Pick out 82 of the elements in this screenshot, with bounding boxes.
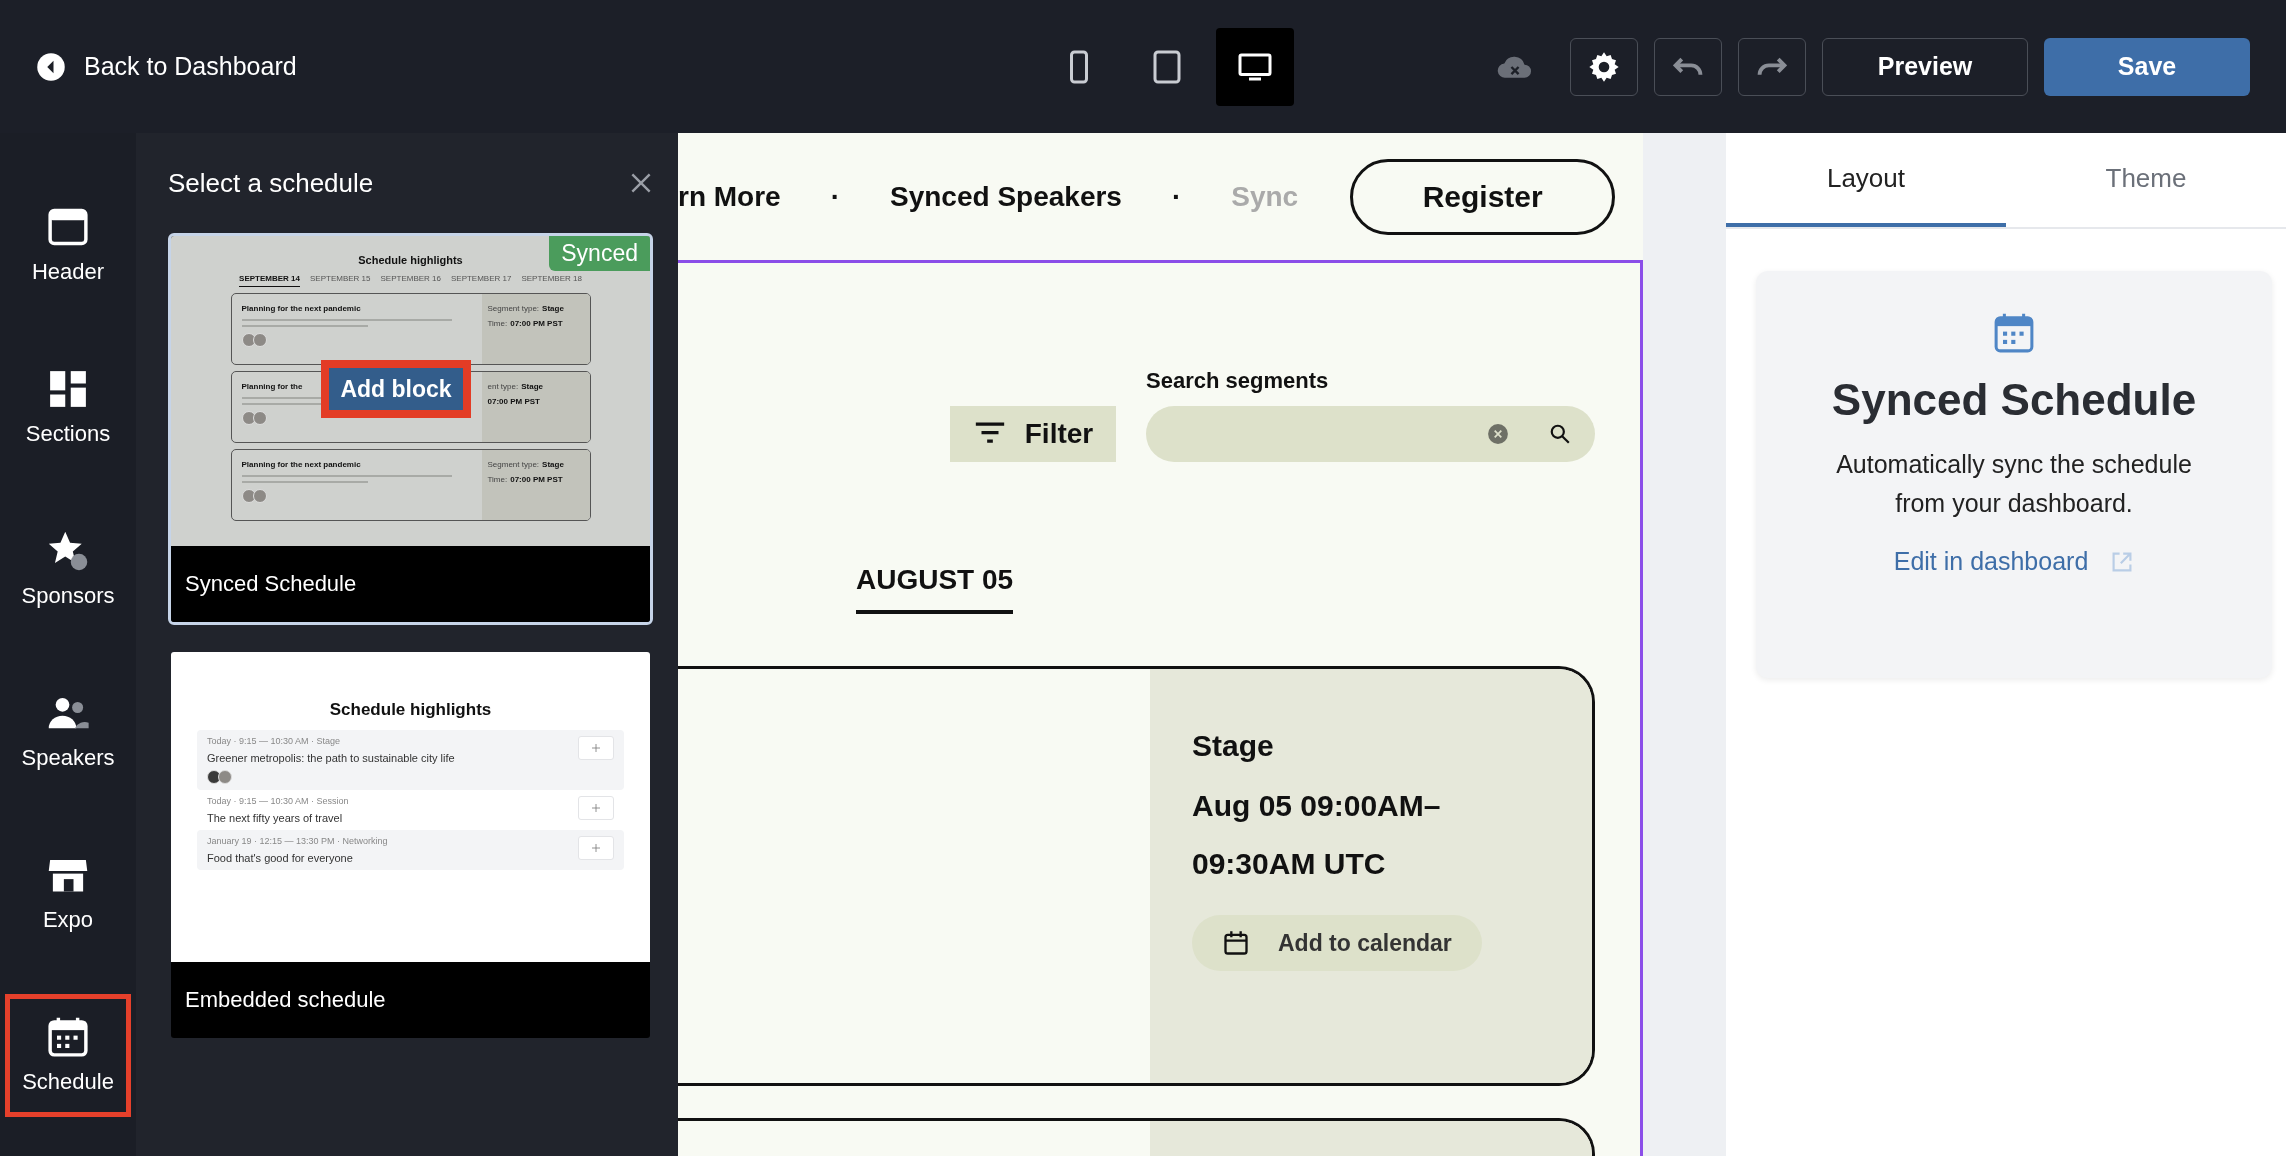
preview-date-label: SEPTEMBER 17 (450, 274, 512, 285)
redo-button[interactable] (1738, 37, 1806, 96)
preview-value: 07:00 PM PST (487, 397, 540, 406)
filter-button[interactable]: Filter (950, 406, 1116, 462)
info-description: Automatically sync the schedule from your dashboard. (1835, 449, 2193, 519)
option-name: Synced Schedule (171, 546, 650, 622)
avatar (207, 770, 221, 784)
preview-button[interactable]: Preview (1822, 37, 2028, 96)
synced-badge: Synced (549, 236, 650, 271)
plus-icon (591, 743, 601, 753)
preview-session-title: Greener metropolis: the path to sustainable city life (207, 752, 455, 764)
avatar (241, 411, 256, 425)
register-button[interactable]: Register (1350, 158, 1616, 235)
preview-session-meta: Today · 9:15 — 10:30 AM · Session (207, 796, 349, 806)
segment-type: Stage (1192, 729, 1274, 763)
avatar (241, 333, 256, 347)
schedule-option-card[interactable] (168, 233, 653, 625)
preview-date-label: SEPTEMBER 14 (239, 274, 300, 287)
undo-icon (1673, 56, 1703, 77)
nav-separator: · (1171, 180, 1182, 213)
preview-value: 07:00 PM PST (510, 319, 563, 328)
session-time: Aug 05 09:00AM–09:30AM UTC (1192, 788, 1442, 882)
preview-date-label: SEPTEMBER 16 (380, 274, 441, 285)
avatar (252, 489, 267, 503)
nav-link[interactable]: Synced Speakers (890, 180, 1122, 213)
nav-separator: · (830, 180, 840, 213)
preview-session-meta: Today · 9:15 — 10:30 AM · Stage (207, 736, 341, 746)
preview-session-title: Planning for the next pandemic (241, 304, 361, 313)
undo-button[interactable] (1654, 37, 1722, 96)
preview-label: Segment type: (487, 304, 540, 313)
nav-link[interactable]: rn More (678, 180, 781, 213)
calendar-icon (46, 1015, 90, 1060)
preview-value: Stage (542, 304, 564, 313)
avatar (218, 770, 232, 784)
sidebar-item[interactable]: Expo (5, 831, 131, 955)
plus-icon (591, 843, 601, 853)
preview-date-label: SEPTEMBER 15 (310, 274, 371, 285)
preview-value: Stage (542, 460, 564, 469)
plus-icon (591, 803, 601, 813)
preview-label: Time: (487, 475, 508, 484)
inspector-tab[interactable]: Layout (1726, 133, 2006, 227)
date-tab[interactable]: AUGUST 05 (856, 564, 1014, 614)
preview-session-title: Planning for the (241, 382, 303, 391)
preview-title: Schedule highlights (358, 254, 463, 266)
clear-icon[interactable] (1487, 423, 1509, 445)
back-link[interactable]: Back to Dashboard (36, 51, 297, 82)
search-label: Search segments (1146, 368, 1330, 394)
inspector-tab[interactable]: Theme (2006, 133, 2286, 227)
sidebar-item[interactable]: Schedule (5, 993, 131, 1118)
edit-in-dashboard-link[interactable]: Edit in dashboard (1893, 547, 2089, 576)
add-to-calendar-button[interactable]: Add to calendar (1192, 915, 1482, 971)
calendar-icon (1222, 929, 1250, 957)
calendar-icon (1992, 311, 2036, 355)
avatar (241, 489, 256, 503)
preview-session-title: Planning for the next pandemic (241, 460, 361, 469)
avatar (252, 411, 267, 425)
preview-session-title: The next fifty years of travel (207, 812, 343, 824)
preview-session-meta: January 19 · 12:15 — 13:30 PM · Networking (207, 836, 388, 846)
sidebar-item[interactable]: Speakers (5, 669, 131, 793)
sidebar-item[interactable]: Sponsors (5, 507, 131, 631)
sidebar-item[interactable]: Header (5, 183, 131, 307)
search-icon[interactable] (1549, 423, 1571, 445)
avatar (252, 333, 267, 347)
sidebar-item[interactable]: Sections (5, 345, 131, 469)
preview-label: Segment type: (487, 460, 540, 469)
save-button[interactable]: Save (2044, 37, 2250, 96)
add-block-button[interactable]: Add block (321, 360, 471, 418)
desktop-view-button[interactable] (1216, 27, 1294, 106)
settings-button[interactable] (1570, 37, 1638, 96)
preview-session-title: Food that's good for everyone (207, 852, 353, 864)
search-field[interactable] (1146, 406, 1595, 462)
preview-date-label: SEPTEMBER 18 (521, 274, 582, 285)
preview-value: 07:00 PM PST (510, 475, 563, 484)
preview-label: ent type: (487, 382, 519, 391)
preview-label: Time: (487, 319, 508, 328)
panel-title: Select a schedule (168, 167, 374, 199)
redo-icon (1757, 56, 1787, 77)
info-title: Synced Schedule (1831, 375, 2197, 425)
settings-icon (1588, 50, 1620, 83)
preview-value: Stage (521, 382, 543, 391)
preview-title: Schedule highlights (328, 700, 493, 720)
option-name: Embedded schedule (171, 962, 650, 1038)
